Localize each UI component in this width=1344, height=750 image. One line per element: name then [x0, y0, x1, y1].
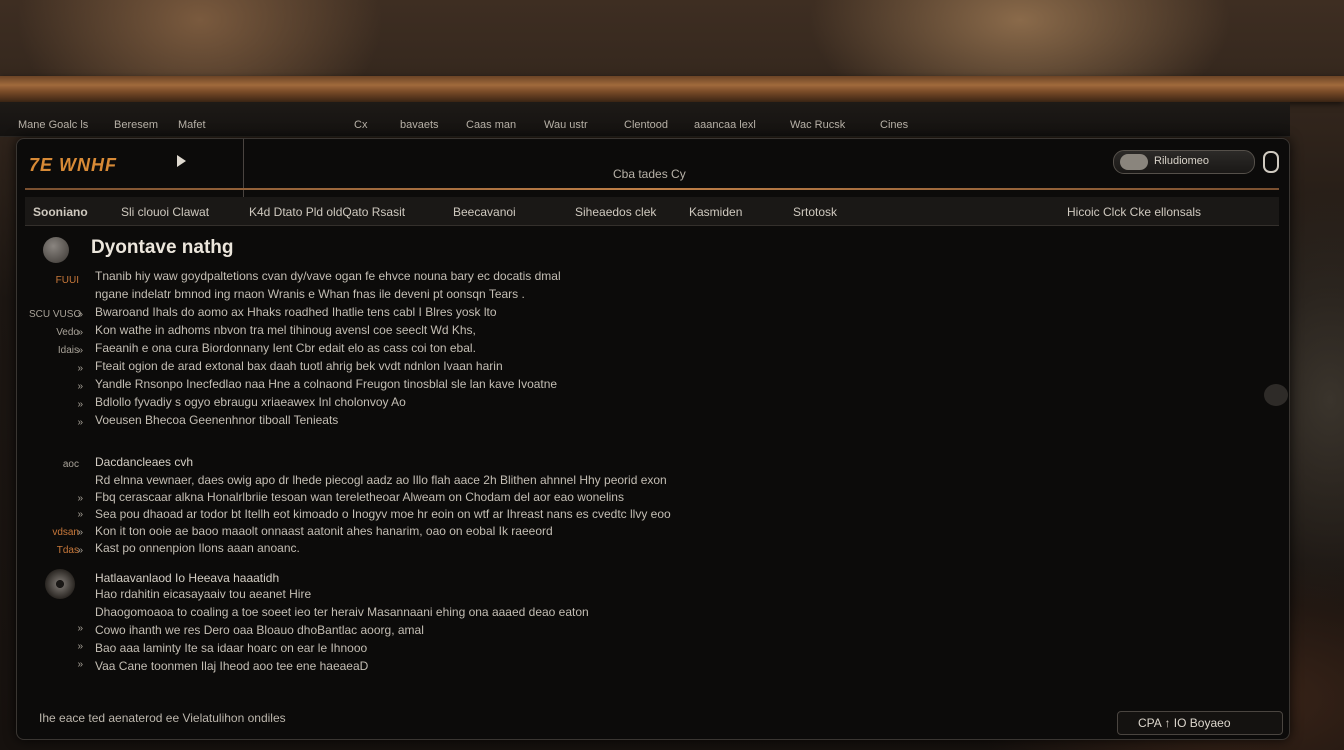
- menu-item-bookmarks[interactable]: bavaets: [400, 119, 439, 131]
- wood-shelf-background: [0, 76, 1344, 102]
- window-title: Cba tades Cy: [613, 167, 686, 181]
- user-label: Riludiomeo: [1154, 155, 1210, 167]
- tab-data[interactable]: K4d Dtato Pld oldQato Rsasit: [249, 205, 405, 219]
- tab-bar: Sooniano Sli clouoi Clawat K4d Dtato Pld…: [25, 197, 1279, 226]
- status-indicator[interactable]: CPA ↑ IO Boyaeo: [1117, 711, 1283, 735]
- document-heading: Dyontave nathg: [91, 237, 234, 258]
- gutter-label: Idais: [57, 345, 79, 356]
- menu-item-run[interactable]: Wac Rucsk: [790, 119, 845, 131]
- section-title: Dacdancleaes cvh: [95, 455, 194, 469]
- bullet-marker: »: [77, 509, 83, 520]
- status-indicator-label: CPA ↑ IO Boyaeo: [1138, 716, 1231, 730]
- bullet-marker: »: [77, 309, 83, 320]
- text-line: Sea pou dhaoad ar todor bt Itellh eot ki…: [95, 507, 671, 521]
- bullet-marker: »: [77, 623, 83, 634]
- text-line: Cowo ihanth we res Dero oaa Bloauo dhoBa…: [95, 623, 424, 637]
- text-line: Bwaroand Ihals do aomo ax Hhaks roadhed …: [95, 305, 497, 319]
- play-icon[interactable]: [177, 155, 186, 167]
- text-line: Tnanib hiy waw goydpaltetions cvan dy/va…: [95, 269, 561, 283]
- text-line: Rd elnna vewnaer, daes owig apo dr lhede…: [95, 473, 667, 487]
- menu-item-view[interactable]: Mafet: [178, 119, 206, 131]
- gutter-label: aoc: [62, 459, 79, 470]
- shield-icon: [43, 237, 69, 263]
- bullet-marker: »: [77, 527, 83, 538]
- menu-item-extras[interactable]: aaancaa lexl: [694, 119, 756, 131]
- text-line: Vaa Cane toonmen Ilaj Iheod aoo tee ene …: [95, 659, 369, 673]
- menu-item-file[interactable]: Mane Goalc ls: [18, 119, 88, 131]
- user-toggle[interactable]: Riludiomeo: [1113, 150, 1255, 174]
- text-line: Kon it ton ooie ae baoo maaolt onnaast a…: [95, 524, 553, 538]
- gutter-label: Vedo: [56, 327, 79, 338]
- text-line: Voeusen Bhecoa Geenenhnor tiboall Teniea…: [95, 413, 339, 427]
- menu-item-edit[interactable]: Beresem: [114, 119, 158, 131]
- text-line: Kast po onnenpion Ilons aaan anoanc.: [95, 541, 300, 555]
- tab-clients[interactable]: Sli clouoi Clawat: [121, 205, 209, 219]
- bullet-marker: »: [77, 345, 83, 356]
- app-window: 7E WNHF Cba tades Cy Riludiomeo Sooniano…: [16, 138, 1290, 740]
- gutter-label: Tdas: [56, 545, 79, 556]
- text-line: Bao aaa laminty Ite sa idaar hoarc on ea…: [95, 641, 368, 655]
- status-text: Ihe eace ted aenaterod ee Vielatulihon o…: [39, 711, 286, 725]
- menu-item-help[interactable]: Clentood: [624, 119, 668, 131]
- bullet-marker: »: [77, 363, 83, 374]
- text-line: Hao rdahitin eicasayaaiv tou aeanet Hire: [95, 587, 312, 601]
- text-line: Fteait ogion de arad extonal bax daah tu…: [95, 359, 503, 373]
- scroll-handle[interactable]: [1264, 384, 1288, 406]
- menu-item-lines[interactable]: Cines: [880, 119, 908, 131]
- tab-stock[interactable]: Srtotosk: [793, 205, 837, 219]
- tab-settings[interactable]: Hicoic Clck Cke ellonsals: [1067, 205, 1201, 219]
- tab-schedule[interactable]: Siheaedos clek: [575, 205, 656, 219]
- bullet-marker: »: [77, 493, 83, 504]
- gutter-label: SCU VUSO: [29, 309, 82, 320]
- text-line: Kon wathe in adhoms nbvon tra mel tihino…: [95, 323, 476, 337]
- tab-home[interactable]: Sooniano: [33, 205, 88, 219]
- bullet-marker: »: [77, 545, 83, 556]
- text-line: Yandle Rnsonpo Inecfedlao naa Hne a coln…: [95, 377, 558, 391]
- disc-icon: [45, 569, 75, 599]
- gutter-label: FUUI: [55, 275, 79, 286]
- section-title: Hatlaavanlaod Io Heeava haaatidh: [95, 571, 280, 585]
- text-line: Fbq cerascaar alkna Honalrlbriie tesoan …: [95, 490, 624, 504]
- menubar: Mane Goalc ls Beresem Mafet Cx bavaets C…: [0, 102, 1290, 224]
- menu-item-window[interactable]: Wau ustr: [544, 119, 588, 131]
- text-line: Dhaogomoaoa to coaling a toe soeet ieo t…: [95, 605, 589, 619]
- power-icon[interactable]: [1263, 151, 1279, 173]
- menu-item-tools[interactable]: Caas man: [466, 119, 516, 131]
- tab-reviews[interactable]: Beecavanoi: [453, 205, 516, 219]
- bullet-marker: »: [77, 641, 83, 652]
- gutter-label: vdsan: [52, 527, 79, 538]
- text-line: Faeanih e ona cura Biordonnany Ient Cbr …: [95, 341, 476, 355]
- bullet-marker: »: [77, 399, 83, 410]
- bullet-marker: »: [77, 327, 83, 338]
- title-separator: [25, 188, 1279, 190]
- tab-members[interactable]: Kasmiden: [689, 205, 742, 219]
- text-line: Bdlollo fyvadiy s ogyo ebraugu xriaeawex…: [95, 395, 406, 409]
- app-logo: 7E WNHF: [29, 155, 117, 175]
- toggle-icon: [1120, 154, 1148, 170]
- bullet-marker: »: [77, 417, 83, 428]
- bullet-marker: »: [77, 659, 83, 670]
- menu-item-go[interactable]: Cx: [354, 119, 367, 131]
- bullet-marker: »: [77, 381, 83, 392]
- text-line: ngane indelatr bmnod ing rnaon Wranis e …: [95, 287, 525, 301]
